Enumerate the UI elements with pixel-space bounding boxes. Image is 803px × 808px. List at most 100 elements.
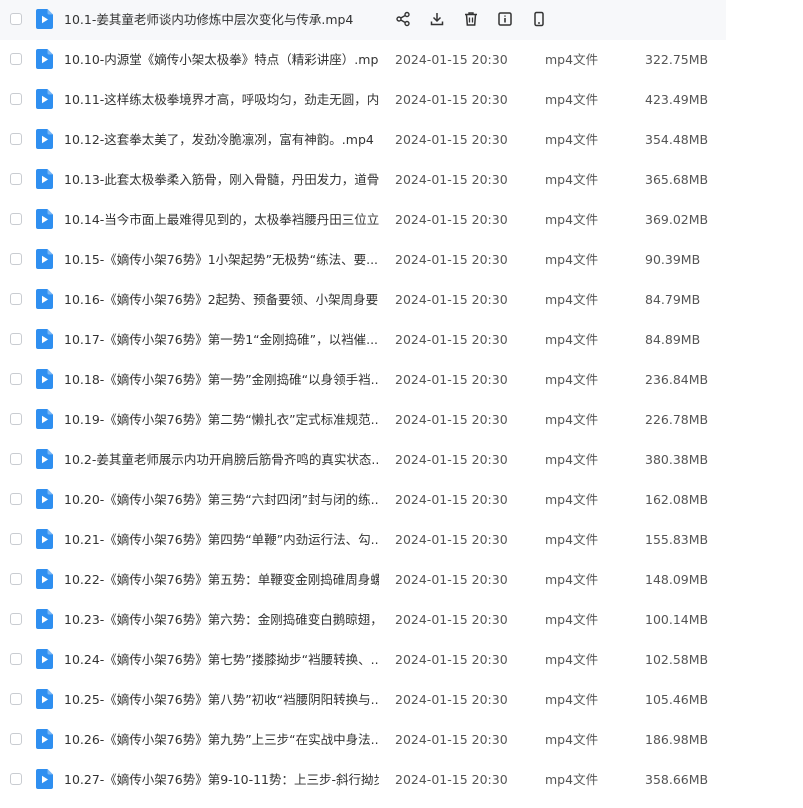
row-checkbox[interactable]	[10, 773, 22, 785]
file-name[interactable]: 10.2-姜其童老师展示内功开肩膀后筋骨齐鸣的真实状态....	[64, 440, 379, 480]
file-size: 236.84MB	[645, 372, 709, 387]
row-checkbox[interactable]	[10, 653, 22, 665]
file-name[interactable]: 10.16-《嫡传小架76势》2起势、预备要领、小架周身要...	[64, 280, 379, 320]
file-size: 148.09MB	[645, 572, 709, 587]
file-name[interactable]: 10.15-《嫡传小架76势》1小架起势”无极势“练法、要...	[64, 240, 379, 280]
modified-time: 2024-01-15 20:30	[395, 372, 508, 387]
file-name[interactable]: 10.12-这套拳太美了，发劲冷脆凛冽，富有神韵。.mp4	[64, 120, 379, 160]
file-name[interactable]: 10.26-《嫡传小架76势》第九势”上三步“在实战中身法...	[64, 720, 379, 760]
file-name[interactable]: 10.17-《嫡传小架76势》第一势1“金刚捣碓”，以裆催...	[64, 320, 379, 360]
row-checkbox[interactable]	[10, 693, 22, 705]
video-file-icon	[36, 729, 53, 749]
file-row[interactable]: 10.12-这套拳太美了，发劲冷脆凛冽，富有神韵。.mp4 2024-01-15 …	[0, 120, 803, 160]
mobile-icon[interactable]	[530, 10, 548, 28]
row-checkbox[interactable]	[10, 53, 22, 65]
row-checkbox[interactable]	[10, 533, 22, 545]
file-list: 10.1-姜其童老师谈内功修炼中层次变化与传承.mp4 10.10-内源堂《嫡传小…	[0, 0, 803, 800]
file-size: 380.38MB	[645, 452, 709, 467]
file-row[interactable]: 10.19-《嫡传小架76势》第二势“懒扎衣”定式标准规范... 2024-01-…	[0, 400, 803, 440]
file-row[interactable]: 10.13-此套太极拳柔入筋骨，刚入骨髓，丹田发力，道骨... 2024-01-1…	[0, 160, 803, 200]
video-file-icon	[36, 169, 53, 189]
video-file-icon	[36, 689, 53, 709]
file-row[interactable]: 10.2-姜其童老师展示内功开肩膀后筋骨齐鸣的真实状态.... 2024-01-1…	[0, 440, 803, 480]
file-row[interactable]: 10.16-《嫡传小架76势》2起势、预备要领、小架周身要... 2024-01-…	[0, 280, 803, 320]
file-row[interactable]: 10.15-《嫡传小架76势》1小架起势”无极势“练法、要... 2024-01-…	[0, 240, 803, 280]
row-checkbox[interactable]	[10, 413, 22, 425]
file-name[interactable]: 10.14-当今市面上最难得见到的，太极拳裆腰丹田三位立...	[64, 200, 379, 240]
video-file-icon	[36, 369, 53, 389]
row-checkbox[interactable]	[10, 333, 22, 345]
file-name[interactable]: 10.10-内源堂《嫡传小架太极拳》特点（精彩讲座）.mp4	[64, 40, 379, 80]
file-name[interactable]: 10.11-这样练太极拳境界才高，呼吸均匀，劲走无圆，内...	[64, 80, 379, 120]
video-file-icon	[36, 609, 53, 629]
file-name[interactable]: 10.24-《嫡传小架76势》第七势”搂膝拗步“裆腰转换、...	[64, 640, 379, 680]
modified-time: 2024-01-15 20:30	[395, 212, 508, 227]
delete-icon[interactable]	[462, 10, 480, 28]
row-checkbox[interactable]	[10, 13, 22, 25]
video-file-icon	[36, 9, 53, 29]
file-name[interactable]: 10.23-《嫡传小架76势》第六势：金刚捣碓变白鹅晾翅，...	[64, 600, 379, 640]
modified-time: 2024-01-15 20:30	[395, 652, 508, 667]
row-checkbox[interactable]	[10, 133, 22, 145]
file-size: 322.75MB	[645, 52, 709, 67]
file-row[interactable]: 10.1-姜其童老师谈内功修炼中层次变化与传承.mp4	[0, 0, 726, 40]
row-checkbox[interactable]	[10, 493, 22, 505]
file-type: mp4文件	[545, 652, 599, 667]
file-name[interactable]: 10.18-《嫡传小架76势》第一势”金刚捣碓“以身领手裆...	[64, 360, 379, 400]
download-icon[interactable]	[428, 10, 446, 28]
modified-time: 2024-01-15 20:30	[395, 572, 508, 587]
row-checkbox[interactable]	[10, 573, 22, 585]
file-size: 100.14MB	[645, 612, 709, 627]
file-size: 84.79MB	[645, 292, 701, 307]
row-checkbox[interactable]	[10, 733, 22, 745]
row-checkbox[interactable]	[10, 373, 22, 385]
file-type: mp4文件	[545, 532, 599, 547]
file-row[interactable]: 10.22-《嫡传小架76势》第五势：单鞭变金刚捣碓周身螺... 2024-01-…	[0, 560, 803, 600]
row-checkbox[interactable]	[10, 293, 22, 305]
file-row[interactable]: 10.18-《嫡传小架76势》第一势”金刚捣碓“以身领手裆... 2024-01-…	[0, 360, 803, 400]
file-row[interactable]: 10.10-内源堂《嫡传小架太极拳》特点（精彩讲座）.mp4 2024-01-15…	[0, 40, 803, 80]
file-name[interactable]: 10.20-《嫡传小架76势》第三势“六封四闭”封与闭的练...	[64, 480, 379, 520]
file-row[interactable]: 10.26-《嫡传小架76势》第九势”上三步“在实战中身法... 2024-01-…	[0, 720, 803, 760]
file-row[interactable]: 10.20-《嫡传小架76势》第三势“六封四闭”封与闭的练... 2024-01-…	[0, 480, 803, 520]
video-file-icon	[36, 89, 53, 109]
row-checkbox[interactable]	[10, 173, 22, 185]
file-row[interactable]: 10.25-《嫡传小架76势》第八势”初收“裆腰阴阳转换与... 2024-01-…	[0, 680, 803, 720]
row-checkbox[interactable]	[10, 213, 22, 225]
row-checkbox[interactable]	[10, 453, 22, 465]
file-row[interactable]: 10.21-《嫡传小架76势》第四势“单鞭”内劲运行法、勾... 2024-01-…	[0, 520, 803, 560]
row-checkbox[interactable]	[10, 93, 22, 105]
file-type: mp4文件	[545, 292, 599, 307]
file-row[interactable]: 10.27-《嫡传小架76势》第9-10-11势：上三步-斜行拗步... 2024…	[0, 760, 803, 800]
file-name[interactable]: 10.22-《嫡传小架76势》第五势：单鞭变金刚捣碓周身螺...	[64, 560, 379, 600]
file-size: 102.58MB	[645, 652, 709, 667]
file-name[interactable]: 10.1-姜其童老师谈内功修炼中层次变化与传承.mp4	[64, 0, 364, 40]
file-row[interactable]: 10.17-《嫡传小架76势》第一势1“金刚捣碓”，以裆催... 2024-01-…	[0, 320, 803, 360]
modified-time: 2024-01-15 20:30	[395, 52, 508, 67]
info-icon[interactable]	[496, 10, 514, 28]
file-name[interactable]: 10.13-此套太极拳柔入筋骨，刚入骨髓，丹田发力，道骨...	[64, 160, 379, 200]
row-checkbox[interactable]	[10, 613, 22, 625]
modified-time: 2024-01-15 20:30	[395, 532, 508, 547]
share-icon[interactable]	[394, 10, 412, 28]
file-size: 84.89MB	[645, 332, 701, 347]
video-file-icon	[36, 289, 53, 309]
video-file-icon	[36, 249, 53, 269]
modified-time: 2024-01-15 20:30	[395, 772, 508, 787]
row-checkbox[interactable]	[10, 253, 22, 265]
video-file-icon	[36, 129, 53, 149]
file-row[interactable]: 10.24-《嫡传小架76势》第七势”搂膝拗步“裆腰转换、... 2024-01-…	[0, 640, 803, 680]
file-name[interactable]: 10.21-《嫡传小架76势》第四势“单鞭”内劲运行法、勾...	[64, 520, 379, 560]
file-name[interactable]: 10.25-《嫡传小架76势》第八势”初收“裆腰阴阳转换与...	[64, 680, 379, 720]
file-row[interactable]: 10.23-《嫡传小架76势》第六势：金刚捣碓变白鹅晾翅，... 2024-01-…	[0, 600, 803, 640]
file-name[interactable]: 10.27-《嫡传小架76势》第9-10-11势：上三步-斜行拗步...	[64, 760, 379, 800]
video-file-icon	[36, 209, 53, 229]
file-row[interactable]: 10.11-这样练太极拳境界才高，呼吸均匀，劲走无圆，内... 2024-01-1…	[0, 80, 803, 120]
file-row[interactable]: 10.14-当今市面上最难得见到的，太极拳裆腰丹田三位立... 2024-01-1…	[0, 200, 803, 240]
file-name[interactable]: 10.19-《嫡传小架76势》第二势“懒扎衣”定式标准规范...	[64, 400, 379, 440]
file-type: mp4文件	[545, 572, 599, 587]
modified-time: 2024-01-15 20:30	[395, 732, 508, 747]
video-file-icon	[36, 569, 53, 589]
modified-time: 2024-01-15 20:30	[395, 692, 508, 707]
file-size: 162.08MB	[645, 492, 709, 507]
